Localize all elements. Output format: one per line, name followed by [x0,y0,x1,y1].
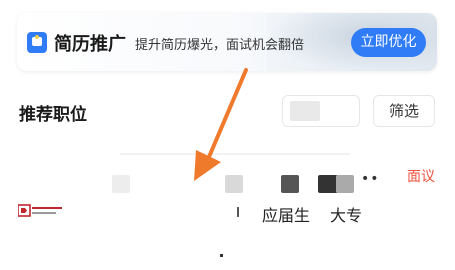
blurred-glyph [237,207,239,217]
filter-button[interactable]: 筛选 [373,95,435,127]
blurred-block [112,175,130,193]
job-card-divider [120,153,350,155]
blurred-filter-pill[interactable] [282,95,360,127]
recommended-jobs-title: 推荐职位 [19,105,87,125]
resume-icon [27,32,47,53]
more-dots: •• [361,171,380,187]
blurred-glyph [220,254,223,257]
job-tag-graduate: 应届生 [262,206,311,225]
blurred-block [281,175,299,193]
blurred-block [336,175,354,193]
blurred-filter-text [290,101,320,121]
banner-title: 简历推广 [54,34,126,55]
blurred-block [225,175,243,193]
salary-negotiable-label: 面议 [407,169,435,185]
resume-promo-banner[interactable]: 简历推广 提升简历爆光，面试机会翻倍 立即优化 [17,13,437,71]
blurred-block [318,175,338,193]
optimize-now-button[interactable]: 立即优化 [351,28,426,57]
job-tag-college: 大专 [330,206,363,225]
company-logo [18,204,62,217]
banner-subtitle: 提升简历爆光，面试机会翻倍 [135,38,305,53]
